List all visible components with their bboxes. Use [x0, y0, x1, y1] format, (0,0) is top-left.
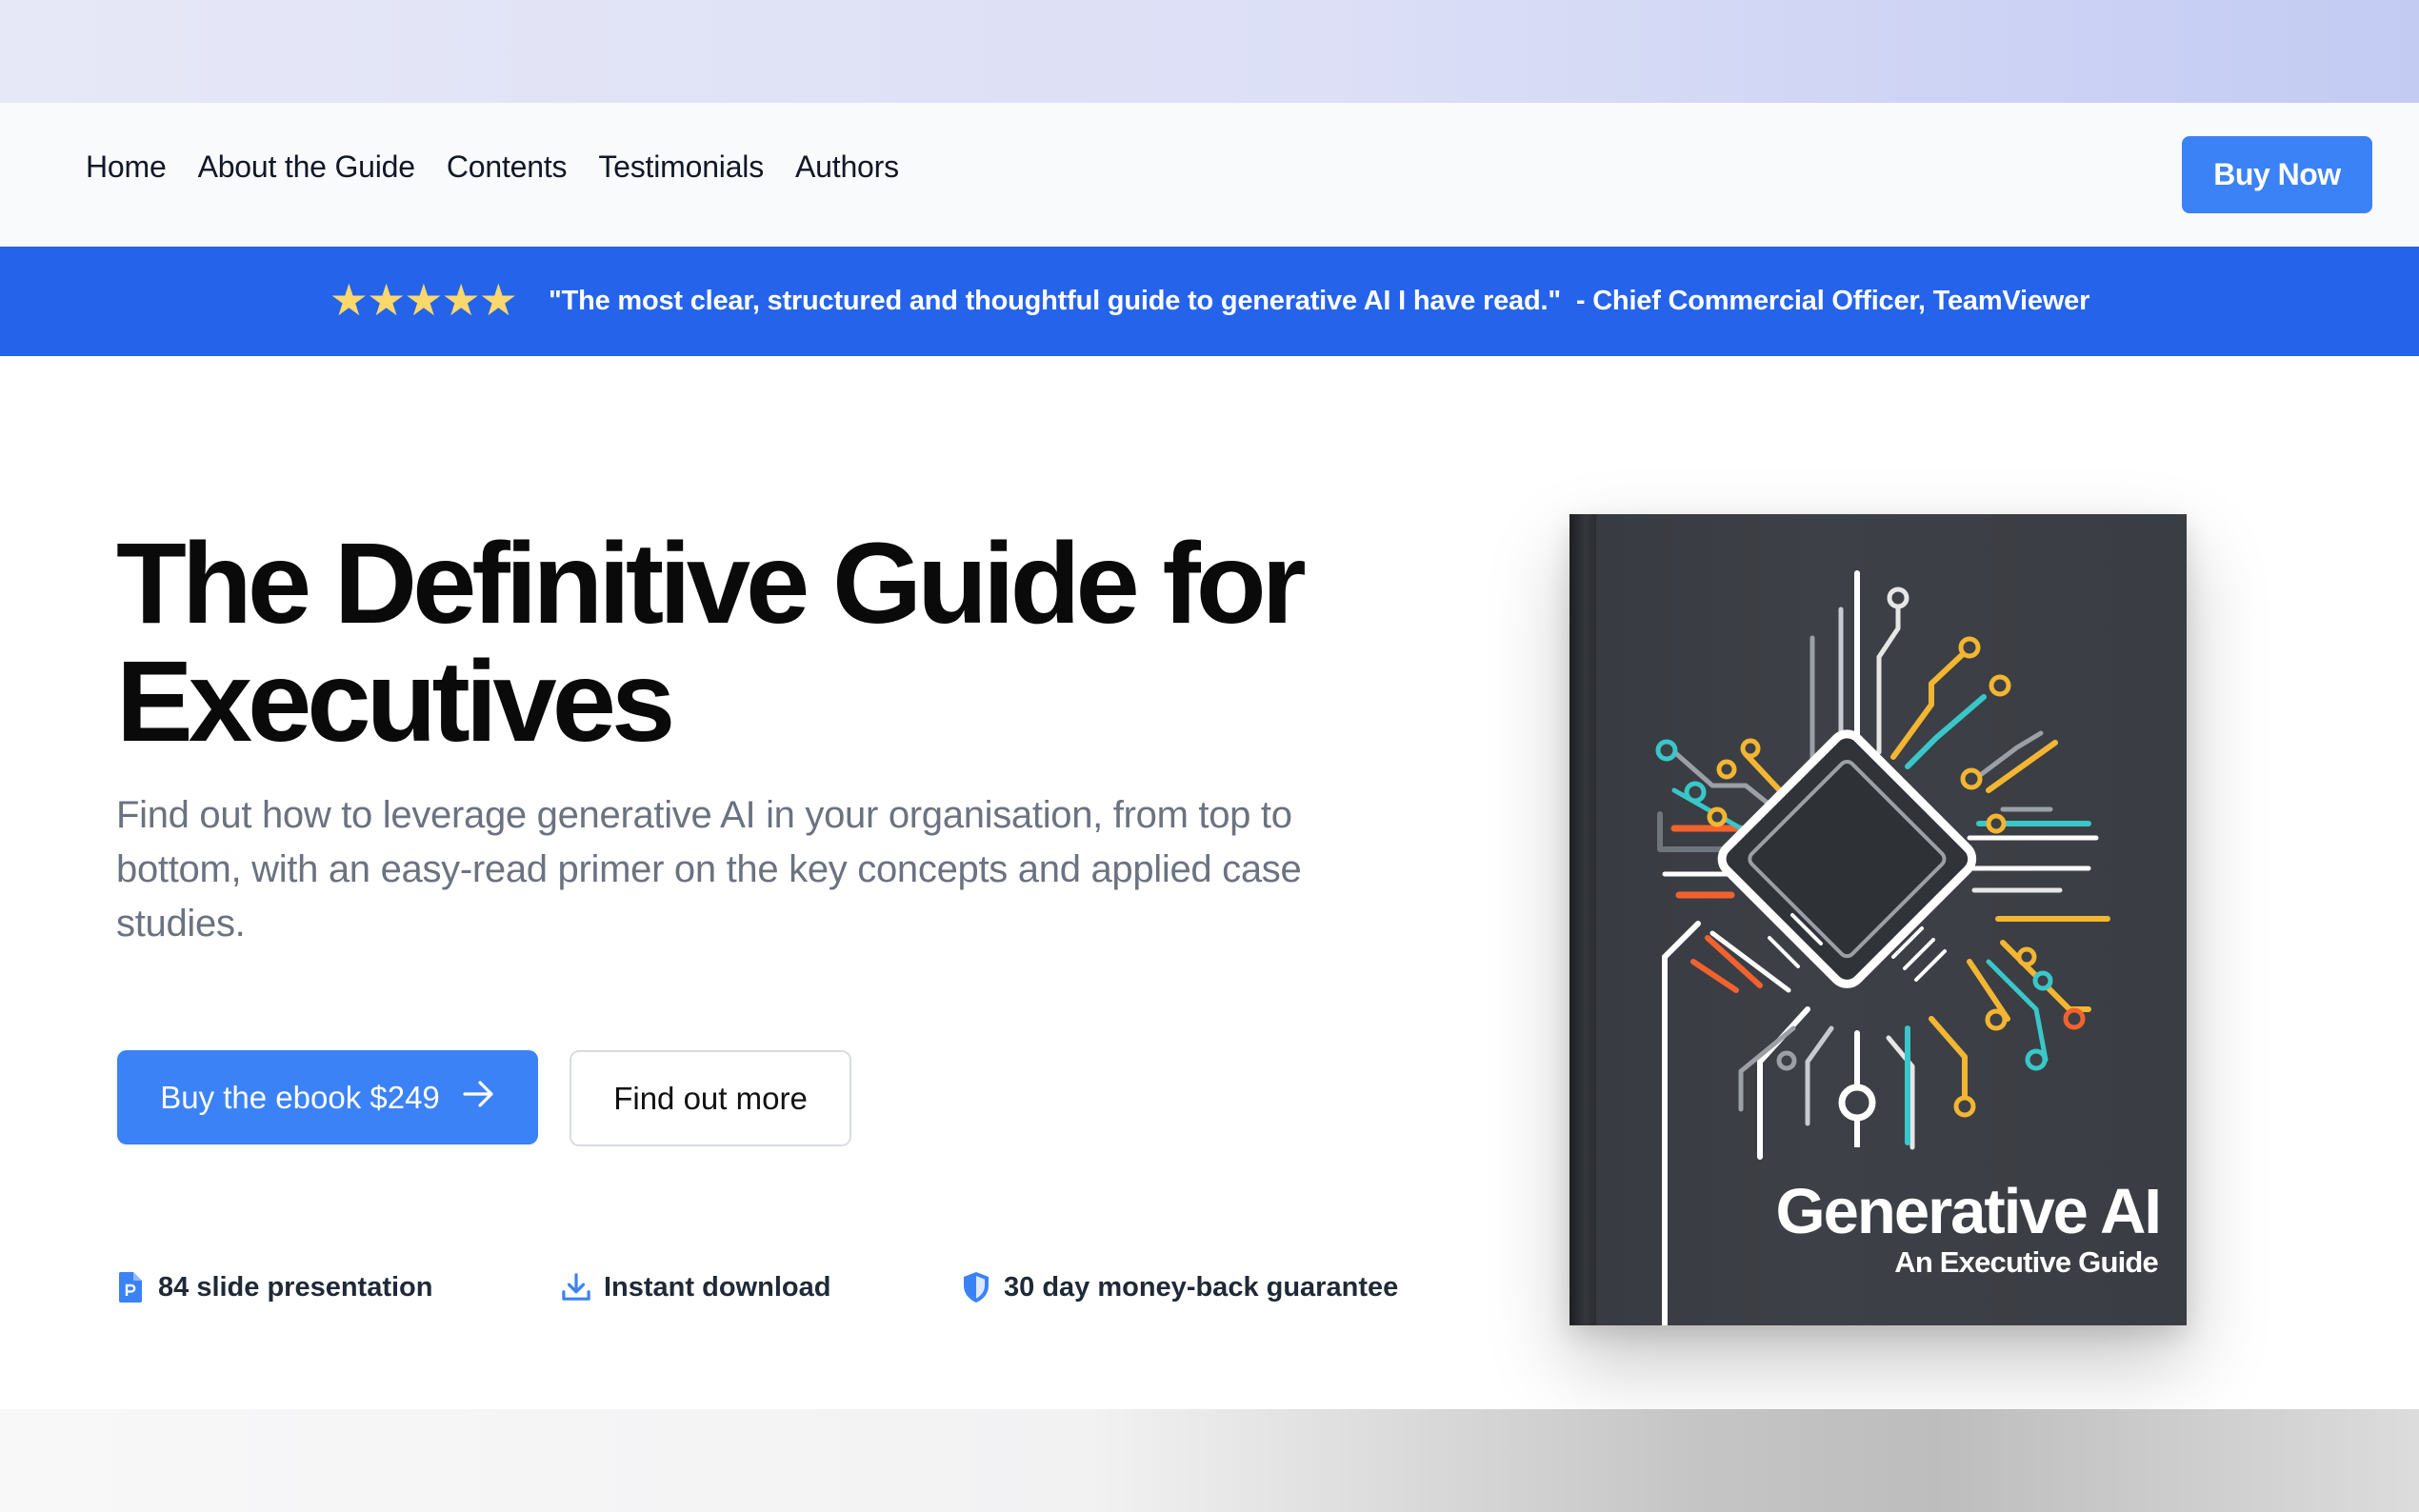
bottom-gradient-strip [0, 1409, 2419, 1512]
feature-guarantee-label: 30 day money-back guarantee [1004, 1271, 1399, 1303]
find-out-more-button[interactable]: Find out more [570, 1050, 851, 1146]
top-gradient-strip [0, 0, 2419, 103]
navbar: Home About the Guide Contents Testimonia… [0, 103, 2419, 247]
book-cover: Generative AI An Executive Guide [1569, 514, 2187, 1325]
buy-ebook-button[interactable]: Buy the ebook $249 [117, 1050, 538, 1144]
shield-icon [962, 1270, 990, 1304]
buy-now-button[interactable]: Buy Now [2182, 136, 2372, 213]
hero-section: The Definitive Guide for Executives Find… [0, 356, 2419, 1409]
arrow-right-icon [463, 1080, 495, 1116]
feature-presentation: 84 slide presentation [116, 1270, 433, 1304]
nav-link-testimonials[interactable]: Testimonials [598, 149, 764, 185]
book-title: Generative AI [1775, 1176, 2162, 1247]
testimonial-quote: "The most clear, structured and thoughtf… [549, 286, 1561, 316]
testimonial-banner: ★★★★★ "The most clear, structured and th… [0, 247, 2419, 356]
buy-ebook-label: Buy the ebook $249 [160, 1079, 440, 1115]
feature-guarantee: 30 day money-back guarantee [962, 1270, 1398, 1304]
hero-headline: The Definitive Guide for Executives [116, 518, 1307, 766]
presentation-file-icon [116, 1270, 145, 1304]
five-star-rating-icon: ★★★★★ [329, 274, 518, 325]
feature-download-label: Instant download [604, 1271, 831, 1303]
download-icon [562, 1270, 590, 1304]
nav-link-home[interactable]: Home [86, 149, 167, 185]
nav-links: Home About the Guide Contents Testimonia… [86, 103, 899, 231]
testimonial-author: - Chief Commercial Officer, TeamViewer [1575, 286, 2090, 316]
feature-presentation-label: 84 slide presentation [158, 1271, 433, 1303]
hero-subheading: Find out how to leverage generative AI i… [116, 794, 1302, 945]
book-cover-image: Generative AI An Executive Guide [1569, 514, 2187, 1325]
feature-download: Instant download [562, 1270, 830, 1304]
book-subtitle: An Executive Guide [1894, 1245, 2159, 1279]
nav-link-authors[interactable]: Authors [795, 149, 899, 185]
nav-link-about[interactable]: About the Guide [198, 149, 415, 185]
nav-link-contents[interactable]: Contents [447, 149, 568, 185]
